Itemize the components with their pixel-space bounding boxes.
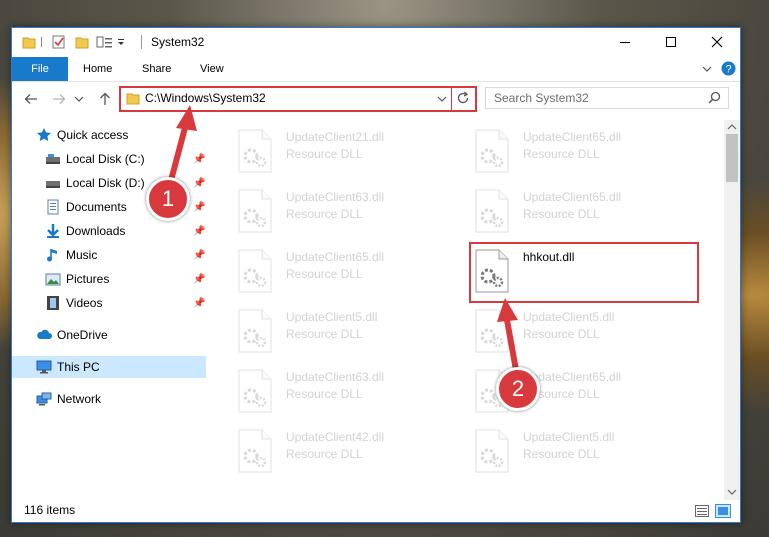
step-badge-1: 1 [146,177,190,221]
step-badge-2: 2 [496,367,540,411]
annotation-arrows [166,105,519,373]
